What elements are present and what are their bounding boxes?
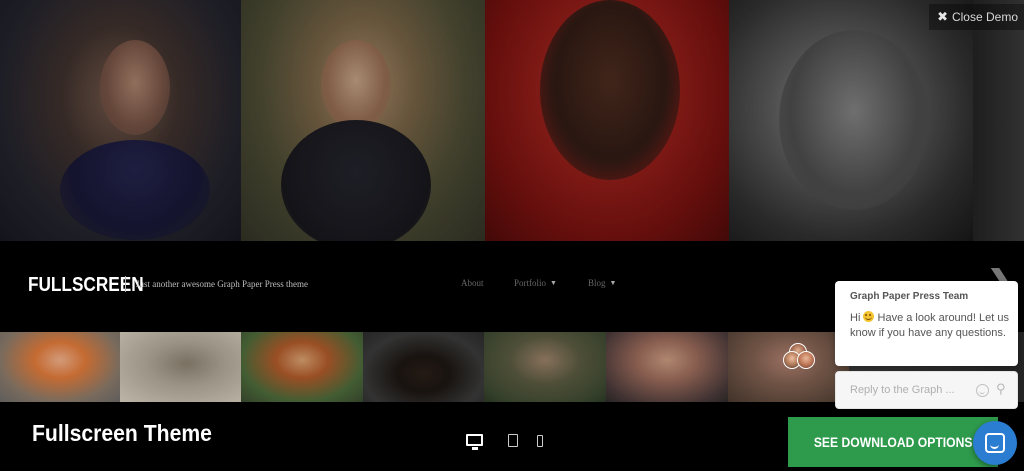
chat-reply-box: ⚲ (835, 371, 1018, 409)
thumbnail[interactable] (363, 332, 484, 402)
download-button-label: SEE DOWNLOAD OPTIONS (813, 434, 973, 450)
close-icon: ✖ (937, 9, 948, 24)
gallery-photo-1[interactable] (0, 0, 241, 241)
avatar (797, 351, 815, 369)
close-demo-button[interactable]: ✖ Close Demo (929, 4, 1024, 30)
chat-launcher-button[interactable] (973, 421, 1017, 465)
team-avatars (783, 343, 817, 369)
chat-team-name: Graph Paper Press Team (850, 291, 969, 302)
chat-reply-input[interactable] (850, 382, 970, 398)
thumbnail[interactable] (606, 332, 728, 402)
thumbnail[interactable] (241, 332, 363, 402)
gallery-photo-3[interactable] (485, 0, 729, 241)
chat-message: Hi Have a look around! Let us know if yo… (850, 311, 1010, 341)
chat-message-card[interactable]: Graph Paper Press Team Hi Have a look ar… (835, 281, 1018, 366)
nav-item-portfolio[interactable]: Portfolio ▼ (514, 278, 557, 288)
site-logo[interactable]: FULLSCREEN (28, 274, 144, 297)
smile-emoji-icon (863, 311, 875, 322)
chat-message-prefix: Hi (850, 312, 861, 324)
nav-item-label: Blog (588, 278, 606, 288)
caret-down-icon: ▼ (609, 279, 617, 287)
caret-down-icon: ▼ (550, 279, 557, 287)
tablet-view-icon[interactable] (508, 434, 518, 447)
top-photo-strip (0, 0, 1024, 241)
brand-divider (125, 276, 126, 292)
phone-view-icon[interactable] (537, 435, 543, 447)
nav-item-label: About (461, 278, 484, 288)
gallery-photo-4[interactable] (729, 0, 973, 241)
close-demo-label: Close Demo (951, 10, 1018, 24)
demo-title: Fullscreen Theme (32, 420, 212, 446)
thumbnail[interactable] (484, 332, 606, 402)
see-download-options-button[interactable]: SEE DOWNLOAD OPTIONS (788, 417, 998, 467)
site-tagline: Just another awesome Graph Paper Press t… (136, 279, 308, 289)
nav-item-about[interactable]: About (461, 278, 484, 288)
paperclip-icon[interactable]: ⚲ (996, 382, 1006, 397)
gallery-photo-5[interactable] (973, 0, 1024, 241)
emoji-icon[interactable] (976, 384, 989, 397)
thumbnail[interactable] (120, 332, 241, 402)
chat-icon (985, 433, 1005, 453)
gallery-photo-2[interactable] (241, 0, 485, 241)
nav-item-label: Portfolio (514, 278, 547, 288)
thumbnail[interactable] (0, 332, 120, 402)
desktop-view-icon[interactable] (466, 434, 483, 450)
nav-item-blog[interactable]: Blog ▼ (588, 278, 616, 288)
